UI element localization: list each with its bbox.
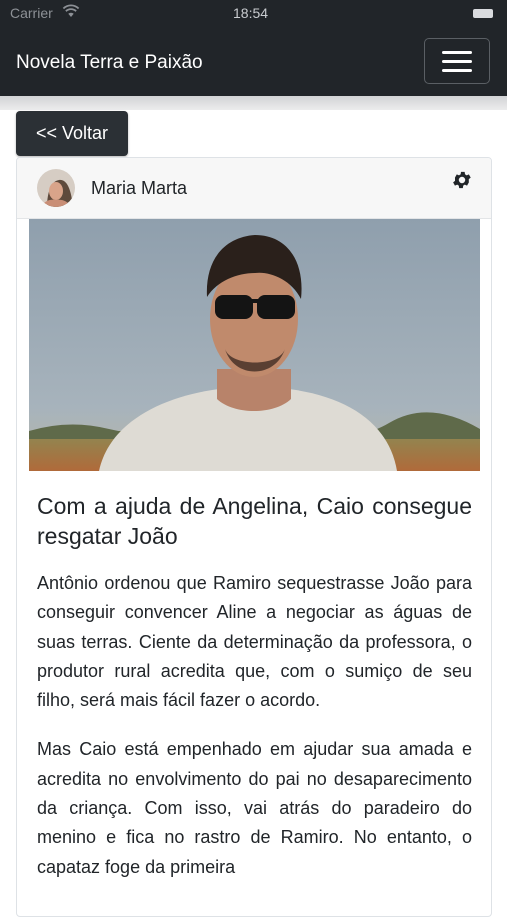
navbar-brand[interactable]: Novela Terra e Paixão [16, 52, 203, 74]
post-body: Com a ajuda de Angelina, Caio consegue r… [37, 491, 472, 882]
post-title: Com a ajuda de Angelina, Caio consegue r… [37, 493, 472, 549]
gear-icon[interactable] [451, 169, 473, 191]
clock: 18:54 [233, 5, 269, 21]
post-paragraph: Antônio ordenou que Ramiro sequestrasse … [37, 573, 472, 711]
author-name[interactable]: Maria Marta [91, 178, 187, 199]
post-card: Maria Marta Com a ajuda de Angelina, Cai… [16, 157, 492, 917]
carrier-label: Carrier [10, 5, 53, 21]
navbar: Novela Terra e Paixão [0, 28, 507, 96]
avatar[interactable] [37, 169, 75, 207]
status-bar: Carrier 18:54 [0, 0, 507, 28]
battery-icon [473, 9, 493, 18]
post-image [29, 219, 480, 471]
navbar-shadow [0, 96, 507, 110]
post-paragraph: Mas Caio está empenhado em ajudar sua am… [37, 739, 472, 877]
wifi-icon [62, 4, 80, 21]
post-header: Maria Marta [17, 158, 491, 219]
menu-toggle-button[interactable] [424, 38, 490, 84]
back-button[interactable]: << Voltar [16, 111, 128, 156]
